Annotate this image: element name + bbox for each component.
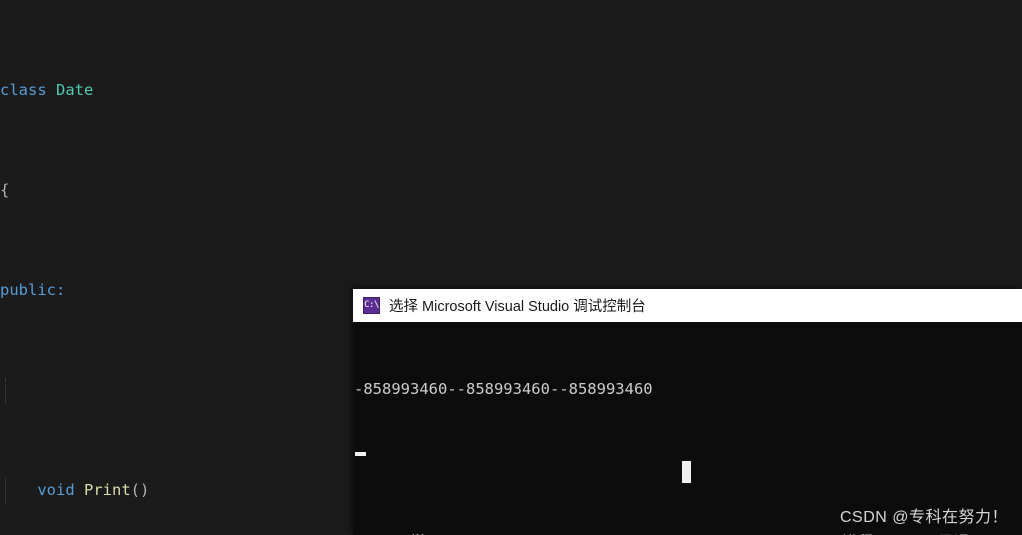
console-output-line: G:\C++学习\cpp-learning\test_5_4\Debug\tes… [354, 530, 1022, 535]
text-ibeam-cursor [682, 461, 691, 483]
token-access-specifier: public: [0, 281, 66, 299]
indent-guide [5, 478, 7, 503]
console-output-line: -858993460--858993460--858993460 [354, 380, 653, 398]
watermark-label: CSDN @专科在努力！ [839, 509, 1008, 526]
token-keyword: class [0, 81, 47, 99]
debug-console-window[interactable]: C:\ 选择 Microsoft Visual Studio 调试控制台 -85… [353, 289, 1022, 535]
console-app-icon: C:\ [363, 297, 380, 314]
token-keyword: void [37, 481, 75, 499]
code-line[interactable]: { [0, 178, 1022, 203]
indent-guide [5, 378, 7, 403]
token-class-name: Date [56, 81, 94, 99]
code-line[interactable]: class Date [0, 78, 1022, 103]
token-function-name: Print [84, 481, 131, 499]
console-window-title: 选择 Microsoft Visual Studio 调试控制台 [389, 299, 646, 315]
console-titlebar[interactable]: C:\ 选择 Microsoft Visual Studio 调试控制台 [353, 289, 1022, 322]
screenshot-root: class Date { public: void Print() { cout… [0, 0, 1022, 535]
token-parens: () [130, 481, 150, 499]
token-brace: { [0, 181, 10, 199]
console-text-caret [355, 452, 366, 456]
